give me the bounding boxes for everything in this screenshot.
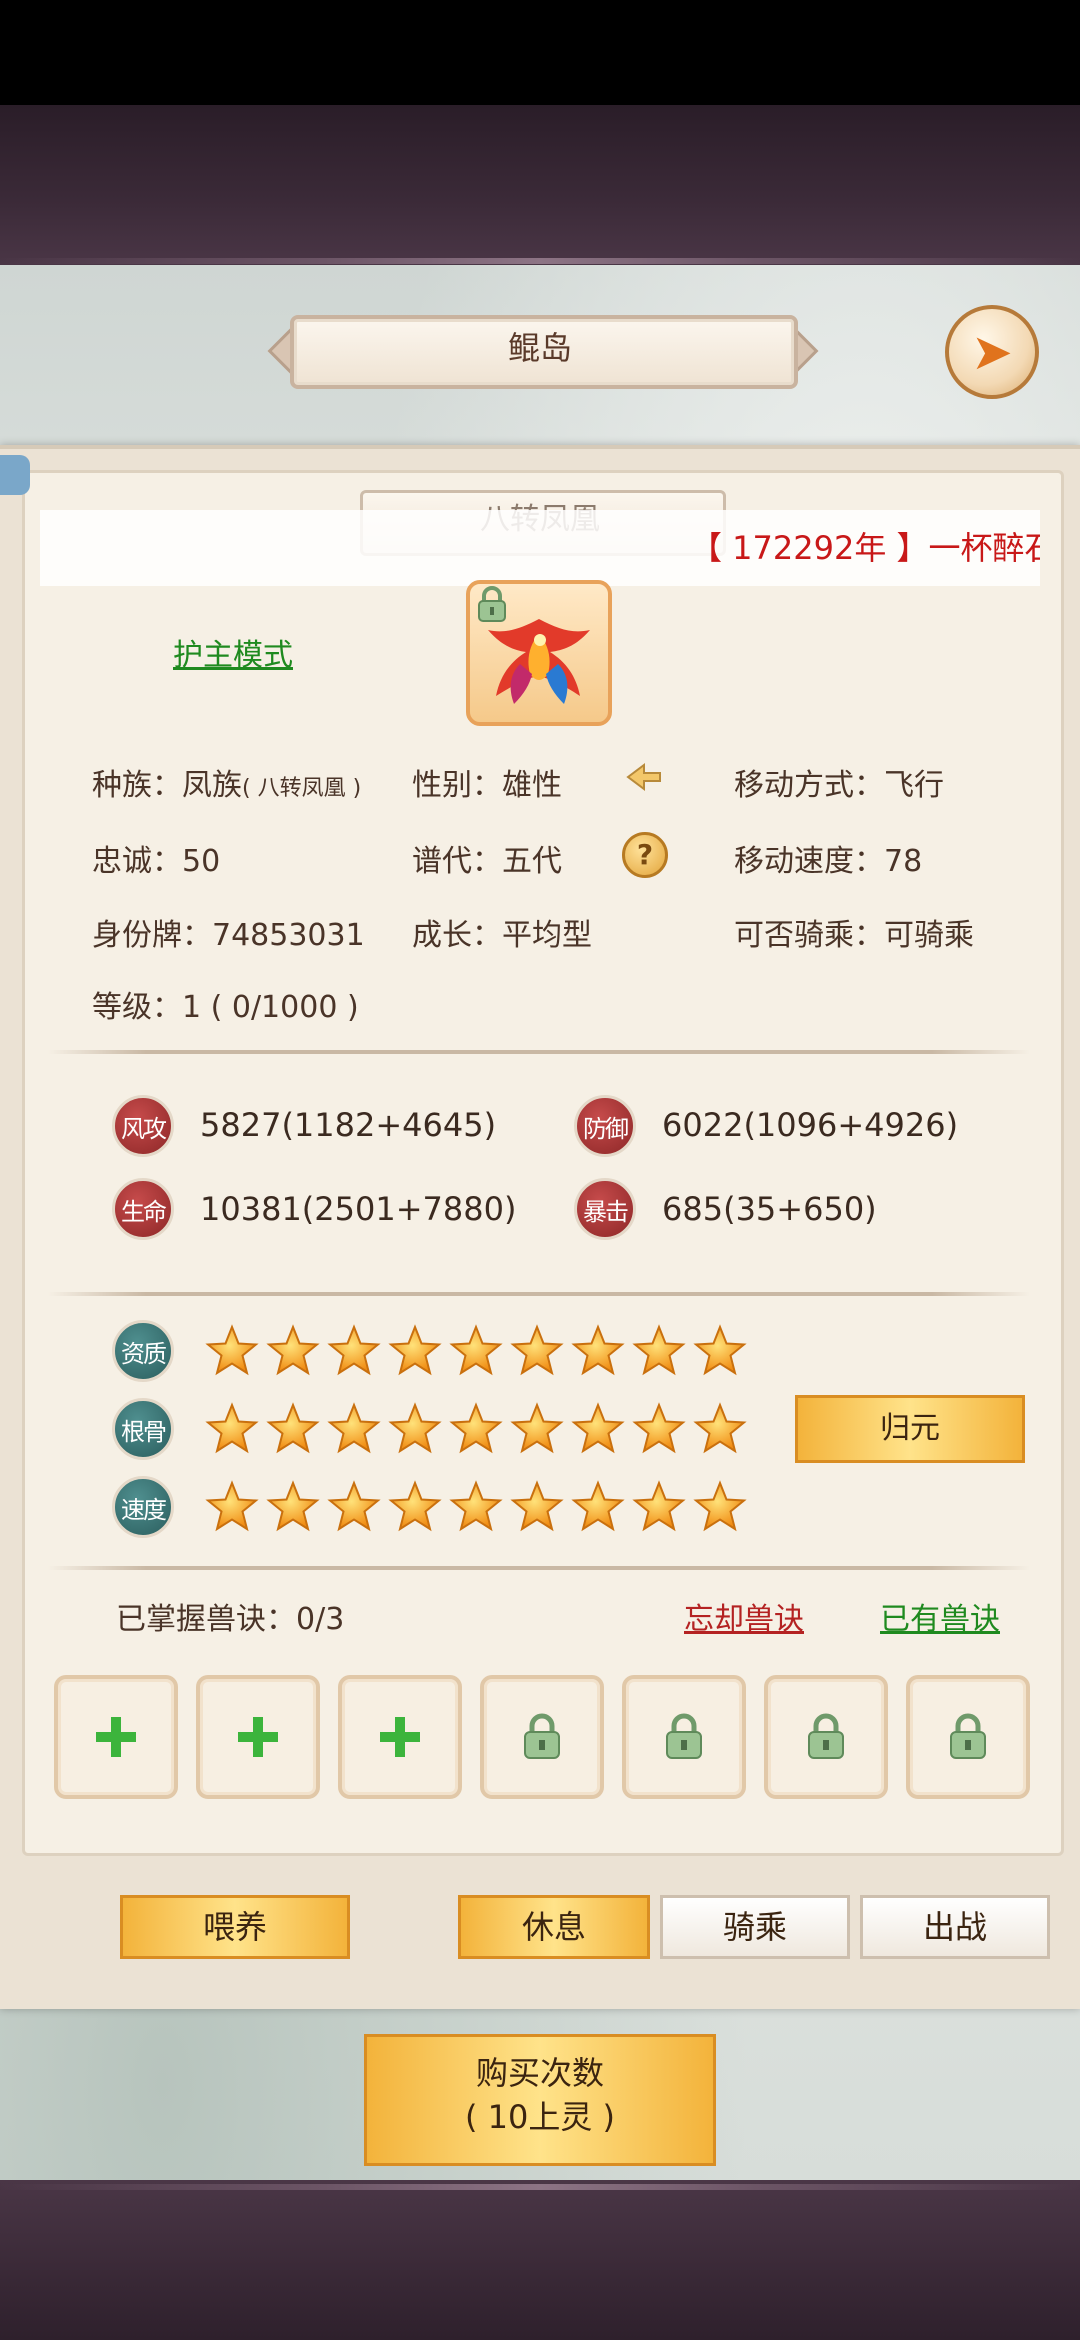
id-tag-info: 身份牌：74853031 <box>92 918 365 953</box>
rest-button[interactable]: 休息 <box>458 1895 650 1959</box>
health-value: 10381(2501+7880) <box>200 1190 517 1228</box>
help-icon[interactable]: ? <box>622 832 668 878</box>
return-origin-button[interactable]: 归元 <box>795 1395 1025 1463</box>
star-icon <box>693 1480 747 1532</box>
star-icon <box>266 1402 320 1454</box>
aptitude-badge: 资质 <box>112 1320 174 1382</box>
star-icon <box>205 1402 259 1454</box>
plus-icon <box>238 1717 278 1757</box>
back-arrow-icon: ➤ <box>971 323 1013 381</box>
lock-icon <box>808 1713 844 1759</box>
star-icon <box>510 1324 564 1376</box>
defense-value: 6022(1096+4926) <box>662 1106 959 1144</box>
star-icon <box>571 1324 625 1376</box>
star-icon <box>327 1324 381 1376</box>
ride-button[interactable]: 骑乘 <box>660 1895 850 1959</box>
star-icon <box>327 1402 381 1454</box>
star-icon <box>510 1480 564 1532</box>
star-icon <box>510 1402 564 1454</box>
bone-badge: 根骨 <box>112 1398 174 1460</box>
speed-badge: 速度 <box>112 1476 174 1538</box>
star-icon <box>205 1324 259 1376</box>
star-icon <box>632 1324 686 1376</box>
skill-slot-locked[interactable] <box>906 1675 1030 1799</box>
skill-slot-locked[interactable] <box>764 1675 888 1799</box>
buy-cost-label: ( 10上灵 ) <box>464 2098 616 2136</box>
top-ornament <box>0 258 1080 264</box>
lock-icon <box>950 1713 986 1759</box>
bottom-frame-band <box>0 2180 1080 2340</box>
skill-slot[interactable] <box>196 1675 320 1799</box>
star-icon <box>571 1480 625 1532</box>
gender-info: 性别：雄性 <box>412 768 562 803</box>
loyalty-info: 忠诚：50 <box>92 844 221 879</box>
wind-attack-value: 5827(1182+4645) <box>200 1106 497 1144</box>
race-label: 种族： <box>92 768 182 803</box>
top-frame-band <box>0 105 1080 265</box>
star-icon <box>449 1402 503 1454</box>
forget-skill-link[interactable]: 忘却兽诀 <box>684 1594 804 1638</box>
star-icon <box>388 1480 442 1532</box>
generation-info: 谱代：五代 <box>412 844 562 879</box>
switch-arrow-icon[interactable] <box>622 755 666 799</box>
star-icon <box>327 1480 381 1532</box>
move-speed-info: 移动速度：78 <box>734 844 923 879</box>
move-mode-info: 移动方式：飞行 <box>734 768 944 803</box>
race-value: 凤族 <box>182 768 242 803</box>
buy-count-button[interactable]: 购买次数 ( 10上灵 ) <box>364 2034 716 2166</box>
lock-icon <box>524 1713 560 1759</box>
game-screen: 鲲岛 ➤ 八转凤凰 【 172292年 】一杯醉石 护主模式 种族：凤族( 八转… <box>0 0 1080 2340</box>
skill-slot-locked[interactable] <box>480 1675 604 1799</box>
star-icon <box>388 1402 442 1454</box>
plus-icon <box>380 1717 420 1757</box>
back-button[interactable]: ➤ <box>945 305 1039 399</box>
side-tab-icon[interactable] <box>0 455 30 495</box>
star-icon <box>693 1324 747 1376</box>
star-icon <box>266 1324 320 1376</box>
defense-badge: 防御 <box>574 1095 636 1157</box>
star-icon <box>449 1480 503 1532</box>
status-bar-area <box>0 0 1080 105</box>
crit-value: 685(35+650) <box>662 1190 877 1228</box>
star-icon <box>388 1324 442 1376</box>
star-icon <box>266 1480 320 1532</box>
star-icon <box>571 1402 625 1454</box>
plus-icon <box>96 1717 136 1757</box>
health-badge: 生命 <box>112 1178 174 1240</box>
growth-info: 成长：平均型 <box>412 918 592 953</box>
star-icon <box>449 1324 503 1376</box>
marquee-text: 【 172292年 】一杯醉石 <box>690 529 1040 567</box>
bottom-ornament <box>0 2184 1080 2190</box>
owned-skills-link[interactable]: 已有兽诀 <box>880 1594 1000 1638</box>
divider <box>48 1566 1030 1570</box>
feed-button[interactable]: 喂养 <box>120 1895 350 1959</box>
divider <box>48 1050 1030 1054</box>
star-icon <box>632 1480 686 1532</box>
divider <box>48 1292 1030 1296</box>
lock-icon <box>666 1713 702 1759</box>
skills-mastered-label: 已掌握兽诀：0/3 <box>116 1602 345 1637</box>
skill-slot[interactable] <box>54 1675 178 1799</box>
rideable-info: 可否骑乘：可骑乘 <box>734 918 974 953</box>
race-sub: ( 八转凤凰 ) <box>242 776 362 801</box>
skill-slot[interactable] <box>338 1675 462 1799</box>
buy-count-label: 购买次数 <box>475 2054 604 2092</box>
card-lock-icon <box>478 586 506 622</box>
star-icon <box>632 1402 686 1454</box>
race-info: 种族：凤族( 八转凤凰 ) <box>92 760 361 804</box>
level-info: 等级：1 ( 0/1000 ) <box>92 990 359 1025</box>
crit-badge: 暴击 <box>574 1178 636 1240</box>
skill-slot-locked[interactable] <box>622 1675 746 1799</box>
star-icon <box>205 1480 259 1532</box>
guard-mode-link[interactable]: 护主模式 <box>173 630 293 674</box>
deploy-button[interactable]: 出战 <box>860 1895 1050 1959</box>
star-icon <box>693 1402 747 1454</box>
location-title: 鲲岛 <box>507 329 572 367</box>
wind-attack-badge: 风攻 <box>112 1095 174 1157</box>
